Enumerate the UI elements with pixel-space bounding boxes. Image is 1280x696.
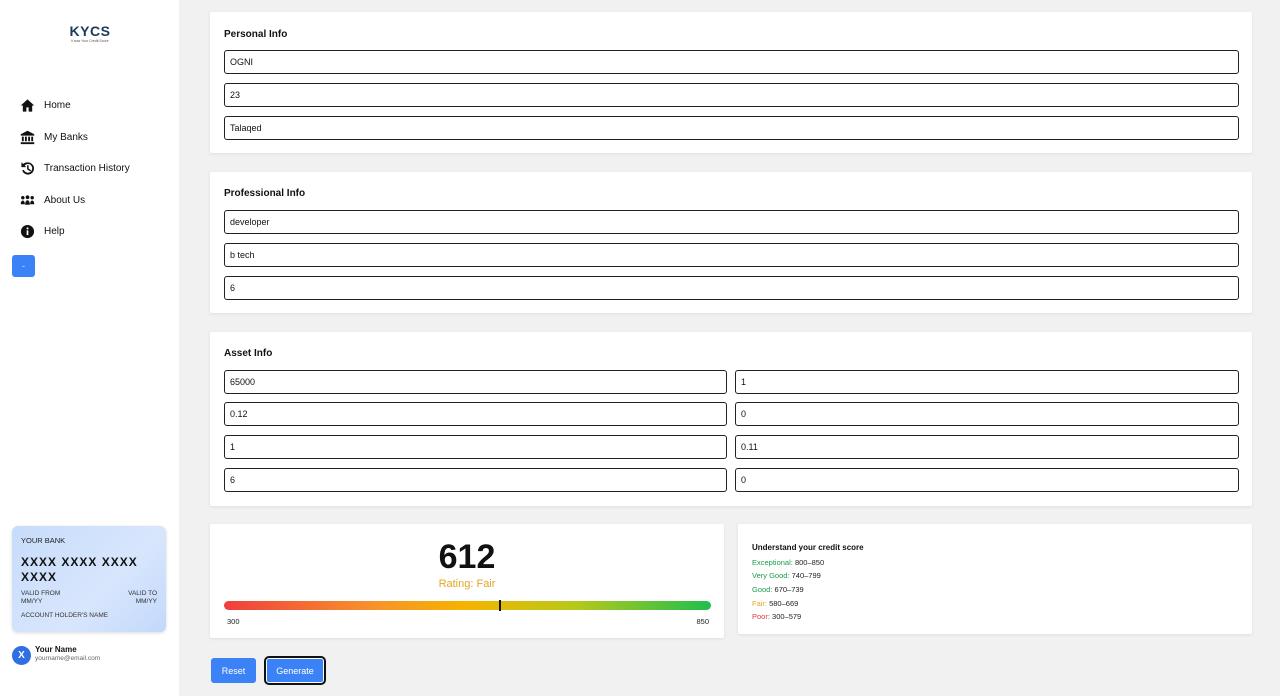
avatar: X [12, 646, 31, 665]
card-number: XXXX XXXX XXXX XXXX [21, 555, 138, 584]
valid-to-label: VALID TO [128, 590, 157, 597]
logo-tagline: Know Your Credit Score [71, 39, 109, 43]
sidebar-item-home[interactable]: Home [20, 90, 170, 122]
location-field[interactable] [224, 116, 1239, 140]
legend-range: 300–579 [772, 612, 802, 621]
personal-info-panel: Personal Info [210, 12, 1252, 153]
valid-from-label: VALID FROM [21, 590, 61, 597]
legend-range: 670–739 [774, 585, 804, 594]
user-email: yourname@email.com [35, 655, 101, 662]
valid-to-value: MM/YY [135, 598, 157, 605]
sidebar-item-about-us[interactable]: About Us [20, 185, 170, 217]
score-gauge [224, 600, 711, 611]
sidebar-item-label: Transaction History [44, 163, 130, 175]
reset-button[interactable]: Reset [211, 658, 256, 683]
asset-field[interactable] [224, 402, 727, 426]
legend-label: Good: [752, 585, 773, 594]
professional-info-panel: Professional Info [210, 172, 1252, 313]
legend-item: Good: 670–739 [752, 585, 804, 594]
history-icon [21, 162, 35, 175]
legend-item: Poor: 300–579 [752, 612, 801, 621]
legend-item: Very Good: 740–799 [752, 571, 821, 580]
info-icon [20, 225, 35, 239]
asset-info-panel: Asset Info [210, 332, 1252, 506]
education-field[interactable] [224, 243, 1239, 267]
occupation-field[interactable] [224, 210, 1239, 234]
asset-field[interactable] [735, 435, 1239, 459]
asset-field[interactable] [735, 402, 1239, 426]
valid-from-value: MM/YY [21, 598, 43, 605]
card-holder-name: ACCOUNT HOLDER'S NAME [21, 612, 109, 619]
app-logo[interactable]: KYCS Know Your Credit Score [60, 24, 120, 48]
card-validity: VALID FROM MM/YY VALID TO MM/YY [21, 590, 157, 606]
legend-item: Fair: 580–669 [752, 599, 798, 608]
asset-field[interactable] [224, 370, 727, 394]
legend-item: Exceptional: 800–850 [752, 558, 824, 567]
user-profile[interactable]: X Your Name yourname@email.com [12, 645, 100, 665]
sidebar-item-label: My Banks [44, 131, 88, 143]
bank-icon [20, 130, 35, 144]
experience-field[interactable] [224, 276, 1239, 300]
bank-card: YOUR BANK XXXX XXXX XXXX XXXX VALID FROM… [12, 526, 166, 632]
asset-field[interactable] [735, 468, 1239, 492]
sidebar-item-label: Help [44, 226, 65, 238]
sidebar-nav: Home My Banks Transaction History About … [20, 90, 170, 248]
gauge-max-label: 850 [696, 617, 709, 626]
credit-score-rating: Rating: Fair [438, 578, 496, 590]
users-icon [20, 195, 35, 205]
name-field[interactable] [224, 50, 1239, 74]
panel-title: Professional Info [224, 188, 306, 199]
sidebar-item-label: About Us [44, 194, 86, 206]
legend-label: Exceptional: [752, 558, 793, 567]
legend-title: Understand your credit score [752, 543, 864, 552]
sidebar: KYCS Know Your Credit Score Home My Bank… [0, 0, 179, 696]
panel-title: Asset Info [224, 348, 273, 359]
sidebar-item-transaction-history[interactable]: Transaction History [20, 153, 170, 185]
asset-field[interactable] [224, 468, 727, 492]
legend-range: 580–669 [769, 599, 799, 608]
legend-range: 800–850 [794, 558, 825, 567]
legend-label: Poor: [752, 612, 770, 621]
panel-title: Personal Info [224, 29, 288, 40]
age-field[interactable] [224, 83, 1239, 107]
sidebar-item-help[interactable]: Help [20, 216, 170, 248]
legend-range: 740–799 [791, 571, 821, 580]
logo-text: KYCS [69, 23, 111, 39]
credit-score-panel: 612 Rating: Fair 300 850 [210, 524, 724, 638]
sidebar-collapse-button[interactable]: - [12, 255, 35, 277]
asset-field[interactable] [224, 435, 727, 459]
score-gauge-marker [499, 600, 502, 611]
user-name: Your Name [35, 645, 77, 654]
gauge-min-label: 300 [227, 617, 240, 626]
generate-button[interactable]: Generate [264, 656, 326, 685]
legend-label: Very Good: [752, 571, 790, 580]
asset-field[interactable] [735, 370, 1239, 394]
card-bank-name: YOUR BANK [21, 536, 66, 545]
credit-score-legend: Understand your credit score Exceptional… [738, 524, 1252, 634]
home-icon [20, 99, 35, 112]
legend-label: Fair: [752, 599, 767, 608]
credit-score-value: 612 [438, 538, 496, 576]
sidebar-item-label: Home [44, 100, 71, 112]
sidebar-item-my-banks[interactable]: My Banks [20, 122, 170, 154]
